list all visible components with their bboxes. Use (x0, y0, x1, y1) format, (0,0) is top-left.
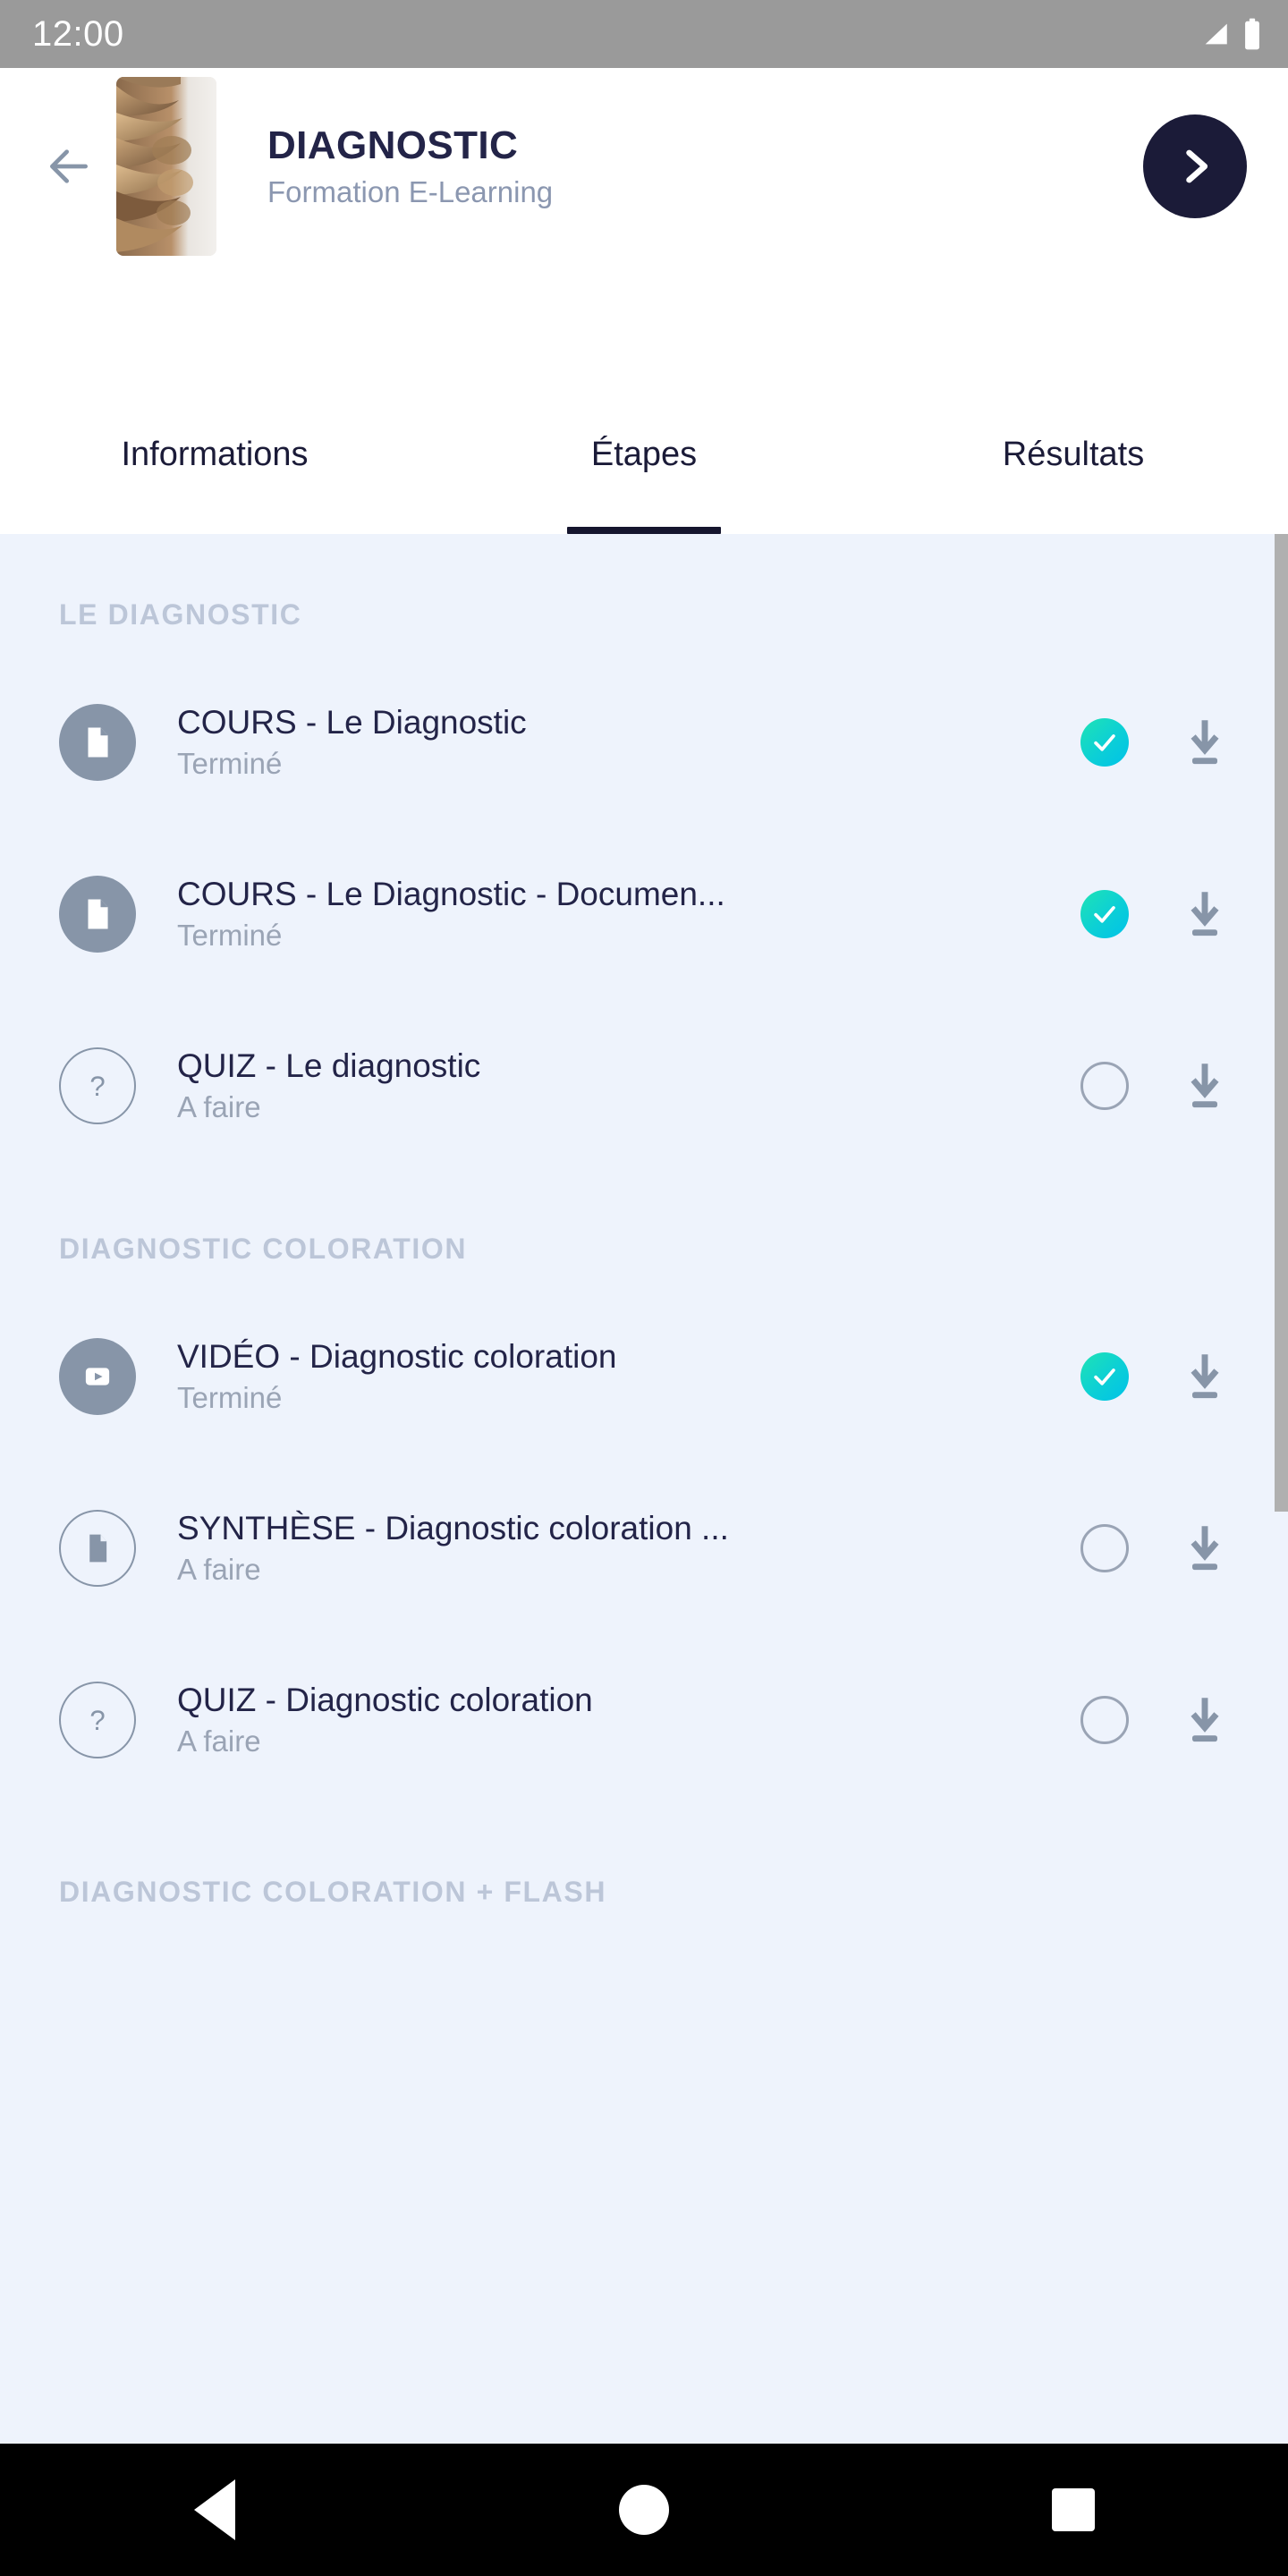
app-header: DIAGNOSTIC Formation E-Learning Informat… (0, 68, 1288, 534)
app-header-top: DIAGNOSTIC Formation E-Learning (0, 68, 1288, 265)
tab-informations-label: Informations (121, 436, 309, 473)
document-icon (88, 899, 108, 929)
tab-underline-active (567, 527, 721, 534)
list-item[interactable]: COURS - Le Diagnostic - Documen... Termi… (0, 828, 1288, 1000)
list-item-status: Terminé (177, 747, 283, 781)
next-button[interactable] (1143, 114, 1247, 218)
back-button[interactable] (36, 133, 102, 199)
svg-text:?: ? (89, 1071, 105, 1102)
list-item-title: VIDÉO - Diagnostic coloration (177, 1337, 617, 1375)
download-icon (1191, 1063, 1219, 1108)
list-item-text: COURS - Le Diagnostic - Documen... Termi… (177, 875, 1080, 954)
tab-resultats-label: Résultats (1002, 436, 1145, 473)
download-button[interactable] (1175, 1056, 1234, 1115)
list-item-text: QUIZ - Le diagnostic A faire (177, 1046, 1080, 1126)
download-button[interactable] (1175, 713, 1234, 772)
download-button[interactable] (1175, 1690, 1234, 1750)
step-type-icon-document (59, 876, 136, 953)
list-item[interactable]: VIDÉO - Diagnostic coloration Terminé (0, 1291, 1288, 1462)
chevron-right-icon (1186, 149, 1208, 183)
video-play-icon (85, 1368, 110, 1385)
list-item[interactable]: SYNTHÈSE - Diagnostic coloration ... A f… (0, 1462, 1288, 1634)
tab-informations[interactable]: Informations (0, 414, 429, 534)
list-item-title: QUIZ - Diagnostic coloration (177, 1681, 593, 1718)
list-item-title: QUIZ - Le diagnostic (177, 1046, 481, 1084)
android-recents-button[interactable] (1006, 2444, 1140, 2576)
tab-bar: Informations Étapes Résultats (0, 391, 1288, 534)
steps-scroll-content: LE DIAGNOSTIC COURS - Le Diagnostic Term… (0, 534, 1288, 1945)
signal-bars-icon (1205, 23, 1227, 45)
braided-hair-photo (116, 77, 216, 256)
status-badge-completed (1080, 1352, 1129, 1401)
download-button[interactable] (1175, 1519, 1234, 1578)
steps-list-container[interactable]: LE DIAGNOSTIC COURS - Le Diagnostic Term… (0, 534, 1288, 2199)
check-icon (1094, 1368, 1115, 1385)
document-icon (88, 727, 108, 758)
section-header-diagnostic-coloration-flash: DIAGNOSTIC COLORATION + FLASH (59, 1876, 607, 1908)
question-mark-icon: ? (89, 1071, 105, 1102)
list-item[interactable]: COURS - Le Diagnostic Terminé (0, 657, 1288, 828)
status-bar-clock: 12:00 (32, 13, 124, 54)
android-home-icon (619, 2485, 669, 2535)
list-item-title: COURS - Le Diagnostic (177, 703, 527, 741)
list-item-status: A faire (177, 1090, 261, 1124)
section-header-le-diagnostic: LE DIAGNOSTIC (59, 598, 302, 631)
list-item-title: SYNTHÈSE - Diagnostic coloration ... (177, 1509, 729, 1546)
android-home-button[interactable] (577, 2444, 711, 2576)
android-back-icon (194, 2479, 235, 2540)
download-icon (1191, 1526, 1219, 1571)
step-type-icon-video (59, 1338, 136, 1415)
download-button[interactable] (1175, 885, 1234, 944)
list-item-status: Terminé (177, 919, 283, 953)
battery-full-icon (1245, 18, 1259, 50)
list-item-text: VIDÉO - Diagnostic coloration Terminé (177, 1337, 1080, 1417)
status-bar-icons (1200, 17, 1261, 51)
download-icon (1191, 1698, 1219, 1742)
tab-resultats[interactable]: Résultats (859, 414, 1288, 534)
list-item-text: COURS - Le Diagnostic Terminé (177, 703, 1080, 783)
tab-etapes[interactable]: Étapes (429, 414, 859, 534)
list-item-status: A faire (177, 1724, 261, 1758)
list-item-status: A faire (177, 1553, 261, 1587)
list-item-title: COURS - Le Diagnostic - Documen... (177, 875, 725, 912)
android-recents-icon (1052, 2488, 1095, 2531)
course-thumbnail[interactable] (116, 77, 216, 256)
step-type-icon-synthesis (59, 1510, 136, 1587)
svg-text:?: ? (89, 1705, 105, 1736)
page-title: DIAGNOSTIC (267, 123, 519, 168)
status-badge-todo (1080, 1696, 1129, 1744)
question-mark-icon: ? (89, 1705, 105, 1736)
status-badge-todo (1080, 1524, 1129, 1572)
check-icon (1094, 906, 1115, 923)
arrow-left-icon (50, 149, 88, 183)
step-type-icon-quiz: ? (59, 1047, 136, 1124)
download-icon (1191, 1354, 1219, 1399)
status-badge-completed (1080, 718, 1129, 767)
android-back-button[interactable] (148, 2444, 282, 2576)
list-item-text: QUIZ - Diagnostic coloration A faire (177, 1681, 1080, 1760)
page-subtitle: Formation E-Learning (267, 174, 554, 208)
list-item[interactable]: ? QUIZ - Diagnostic coloration A faire (0, 1634, 1288, 1806)
download-button[interactable] (1175, 1347, 1234, 1406)
list-item-status: Terminé (177, 1381, 283, 1415)
status-badge-todo (1080, 1062, 1129, 1110)
course-title-block: DIAGNOSTIC Formation E-Learning (267, 123, 1143, 208)
status-badge-completed (1080, 890, 1129, 938)
step-type-icon-quiz: ? (59, 1682, 136, 1758)
step-type-icon-document (59, 704, 136, 781)
section-header-diagnostic-coloration: DIAGNOSTIC COLORATION (59, 1233, 468, 1265)
download-icon (1191, 720, 1219, 765)
list-item-text: SYNTHÈSE - Diagnostic coloration ... A f… (177, 1509, 1080, 1589)
android-navigation-bar (0, 2444, 1288, 2576)
document-icon (89, 1534, 107, 1563)
check-icon (1094, 734, 1115, 751)
list-item[interactable]: ? QUIZ - Le diagnostic A faire (0, 1000, 1288, 1172)
status-bar: 12:00 (0, 0, 1288, 68)
tab-etapes-label: Étapes (590, 436, 698, 473)
download-icon (1191, 892, 1219, 936)
